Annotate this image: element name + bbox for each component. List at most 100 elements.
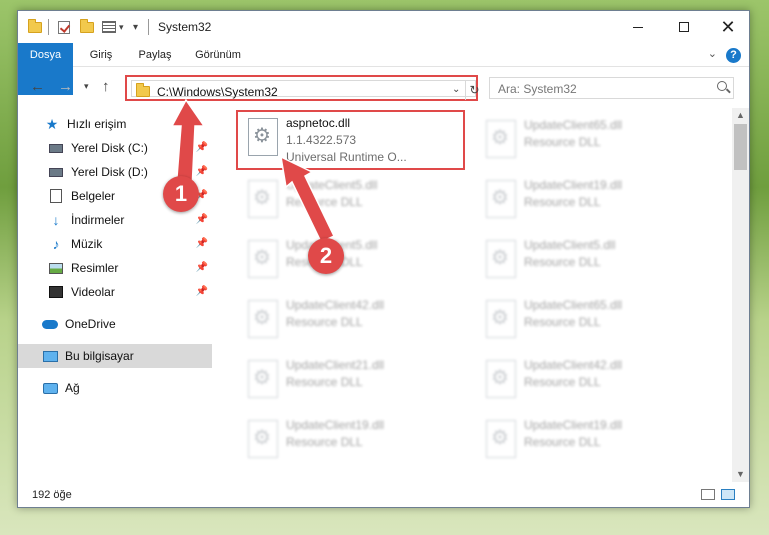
file-type: Resource DLL <box>286 195 363 209</box>
file-name: UpdateClient19.dll <box>286 418 385 432</box>
search-input[interactable]: Ara: System32 <box>489 77 734 99</box>
minimize-button[interactable] <box>615 11 661 43</box>
file-name: UpdateClient19.dll <box>524 418 623 432</box>
file-name: UpdateClient5.dll <box>524 238 616 252</box>
expand-ribbon-icon[interactable]: ⌄ <box>708 47 717 60</box>
sidebar-item-pictures[interactable]: Resimler 📌 <box>18 256 212 280</box>
help-icon[interactable]: ? <box>726 48 741 63</box>
dll-file-icon <box>248 420 278 458</box>
separator <box>148 19 149 35</box>
ribbon-tabs: Dosya Giriş Paylaş Görünüm ⌄ ? <box>18 43 749 95</box>
sidebar-item-label: Yerel Disk (C:) <box>71 141 148 155</box>
close-button[interactable]: ✕ <box>705 11 751 43</box>
file-item[interactable]: UpdateClient19.dll Resource DLL <box>238 414 458 466</box>
file-item[interactable]: UpdateClient19.dll Resource DLL <box>476 174 696 226</box>
file-item[interactable]: UpdateClient65.dll Resource DLL <box>476 114 696 166</box>
file-type: Resource DLL <box>524 375 601 389</box>
file-name: UpdateClient42.dll <box>524 358 623 372</box>
large-icons-view-icon[interactable] <box>721 489 735 500</box>
sidebar-item-music[interactable]: ♪ Müzik 📌 <box>18 232 212 256</box>
sidebar-item-label: İndirmeler <box>71 213 125 227</box>
new-folder-icon[interactable] <box>80 18 94 35</box>
window-title: System32 <box>158 20 212 34</box>
close-icon: ✕ <box>720 17 736 37</box>
network-icon <box>42 381 58 395</box>
explorer-window: ▾ ▾ System32 ✕ Dosya Giriş Paylaş Görünü… <box>17 10 750 508</box>
sidebar-item-quick-access[interactable]: ★ Hızlı erişim <box>18 112 212 136</box>
address-bar-highlight: C:\Windows\System32 ⌄ ↻ <box>125 75 480 101</box>
dll-file-icon <box>248 240 278 278</box>
computer-icon <box>42 349 58 363</box>
pin-icon[interactable]: 📌 <box>196 214 208 225</box>
sidebar-item-network[interactable]: Ağ <box>18 376 212 400</box>
file-item[interactable]: UpdateClient42.dll Resource DLL <box>238 294 458 346</box>
scroll-down-icon[interactable]: ▼ <box>732 467 749 482</box>
address-path[interactable]: C:\Windows\System32 <box>157 85 278 99</box>
tab-share[interactable]: Paylaş <box>130 43 180 67</box>
file-item[interactable]: UpdateClient5.dll Resource DLL <box>476 234 696 286</box>
quick-access-dropdown-icon[interactable]: ▾ <box>119 19 124 35</box>
file-name: UpdateClient5.dll <box>286 178 378 192</box>
details-view-icon[interactable] <box>701 489 715 500</box>
drive-icon <box>48 165 64 179</box>
sidebar-item-videos[interactable]: Videolar 📌 <box>18 280 212 304</box>
properties-icon[interactable] <box>102 19 116 35</box>
file-item-aspnetoc[interactable]: aspnetoc.dll 1.1.4322.573 Universal Runt… <box>236 110 465 170</box>
file-name: UpdateClient21.dll <box>286 358 385 372</box>
file-item[interactable]: UpdateClient19.dll Resource DLL <box>476 414 696 466</box>
pin-icon[interactable]: 📌 <box>196 238 208 249</box>
forward-button[interactable]: → <box>58 78 73 95</box>
file-type: Resource DLL <box>524 135 601 149</box>
file-type: Resource DLL <box>286 315 363 329</box>
sidebar-item-onedrive[interactable]: OneDrive <box>18 312 212 336</box>
folder-icon[interactable] <box>28 18 42 35</box>
documents-icon <box>48 189 64 203</box>
music-icon: ♪ <box>52 236 60 252</box>
file-list: aspnetoc.dll 1.1.4322.573 Universal Runt… <box>228 108 732 482</box>
sidebar-item-label: Hızlı erişim <box>67 117 127 131</box>
sidebar-item-label: OneDrive <box>65 317 116 331</box>
search-icon[interactable] <box>717 81 727 91</box>
annotation-badge-2: 2 <box>308 238 344 274</box>
scroll-thumb[interactable] <box>734 124 747 170</box>
tab-view[interactable]: Görünüm <box>188 43 248 67</box>
vertical-scrollbar[interactable]: ▲ ▼ <box>732 108 749 482</box>
pin-icon[interactable]: 📌 <box>196 166 208 177</box>
scroll-up-icon[interactable]: ▲ <box>732 108 749 123</box>
sidebar-item-disk-c[interactable]: Yerel Disk (C:) 📌 <box>18 136 212 160</box>
dll-file-icon <box>248 360 278 398</box>
navigation-bar: ← → ▾ ↑ C:\Windows\System32 ⌄ ↻ Ara: Sys… <box>18 68 749 108</box>
minimize-icon <box>633 26 643 28</box>
dll-file-icon <box>486 120 516 158</box>
file-item[interactable]: UpdateClient21.dll Resource DLL <box>238 354 458 406</box>
file-item[interactable]: UpdateClient42.dll Resource DLL <box>476 354 696 406</box>
address-dropdown-icon[interactable]: ⌄ <box>452 84 460 95</box>
dll-file-icon <box>248 180 278 218</box>
up-button[interactable]: ↑ <box>102 78 110 95</box>
file-type: Resource DLL <box>286 435 363 449</box>
pin-icon[interactable]: 📌 <box>196 142 208 153</box>
file-item[interactable]: UpdateClient5.dll Resource DLL <box>238 174 458 226</box>
folder-icon <box>136 83 150 97</box>
maximize-button[interactable] <box>661 11 707 43</box>
sidebar-item-label: Bu bilgisayar <box>65 349 134 363</box>
sidebar-item-this-pc[interactable]: Bu bilgisayar <box>18 344 212 368</box>
pin-icon[interactable]: 📌 <box>196 262 208 273</box>
customize-toolbar-icon[interactable]: ▾ <box>133 19 138 35</box>
sidebar-item-label: Ağ <box>65 381 80 395</box>
file-item[interactable]: UpdateClient5.dll Resource DLL <box>238 234 458 286</box>
sidebar-item-label: Yerel Disk (D:) <box>71 165 148 179</box>
back-button[interactable]: ← <box>30 78 45 95</box>
pin-icon[interactable]: 📌 <box>196 286 208 297</box>
file-description: Universal Runtime O... <box>286 150 407 164</box>
checkmark-icon[interactable] <box>58 19 70 35</box>
dll-file-icon <box>486 240 516 278</box>
address-bar[interactable]: C:\Windows\System32 ⌄ ↻ <box>131 80 480 100</box>
file-type: Resource DLL <box>524 195 601 209</box>
file-name: UpdateClient65.dll <box>524 298 623 312</box>
tab-home[interactable]: Giriş <box>80 43 122 67</box>
file-item[interactable]: UpdateClient65.dll Resource DLL <box>476 294 696 346</box>
refresh-button[interactable]: ↻ <box>465 81 483 100</box>
search-placeholder: Ara: System32 <box>498 82 577 96</box>
recent-locations-icon[interactable]: ▾ <box>84 81 89 92</box>
